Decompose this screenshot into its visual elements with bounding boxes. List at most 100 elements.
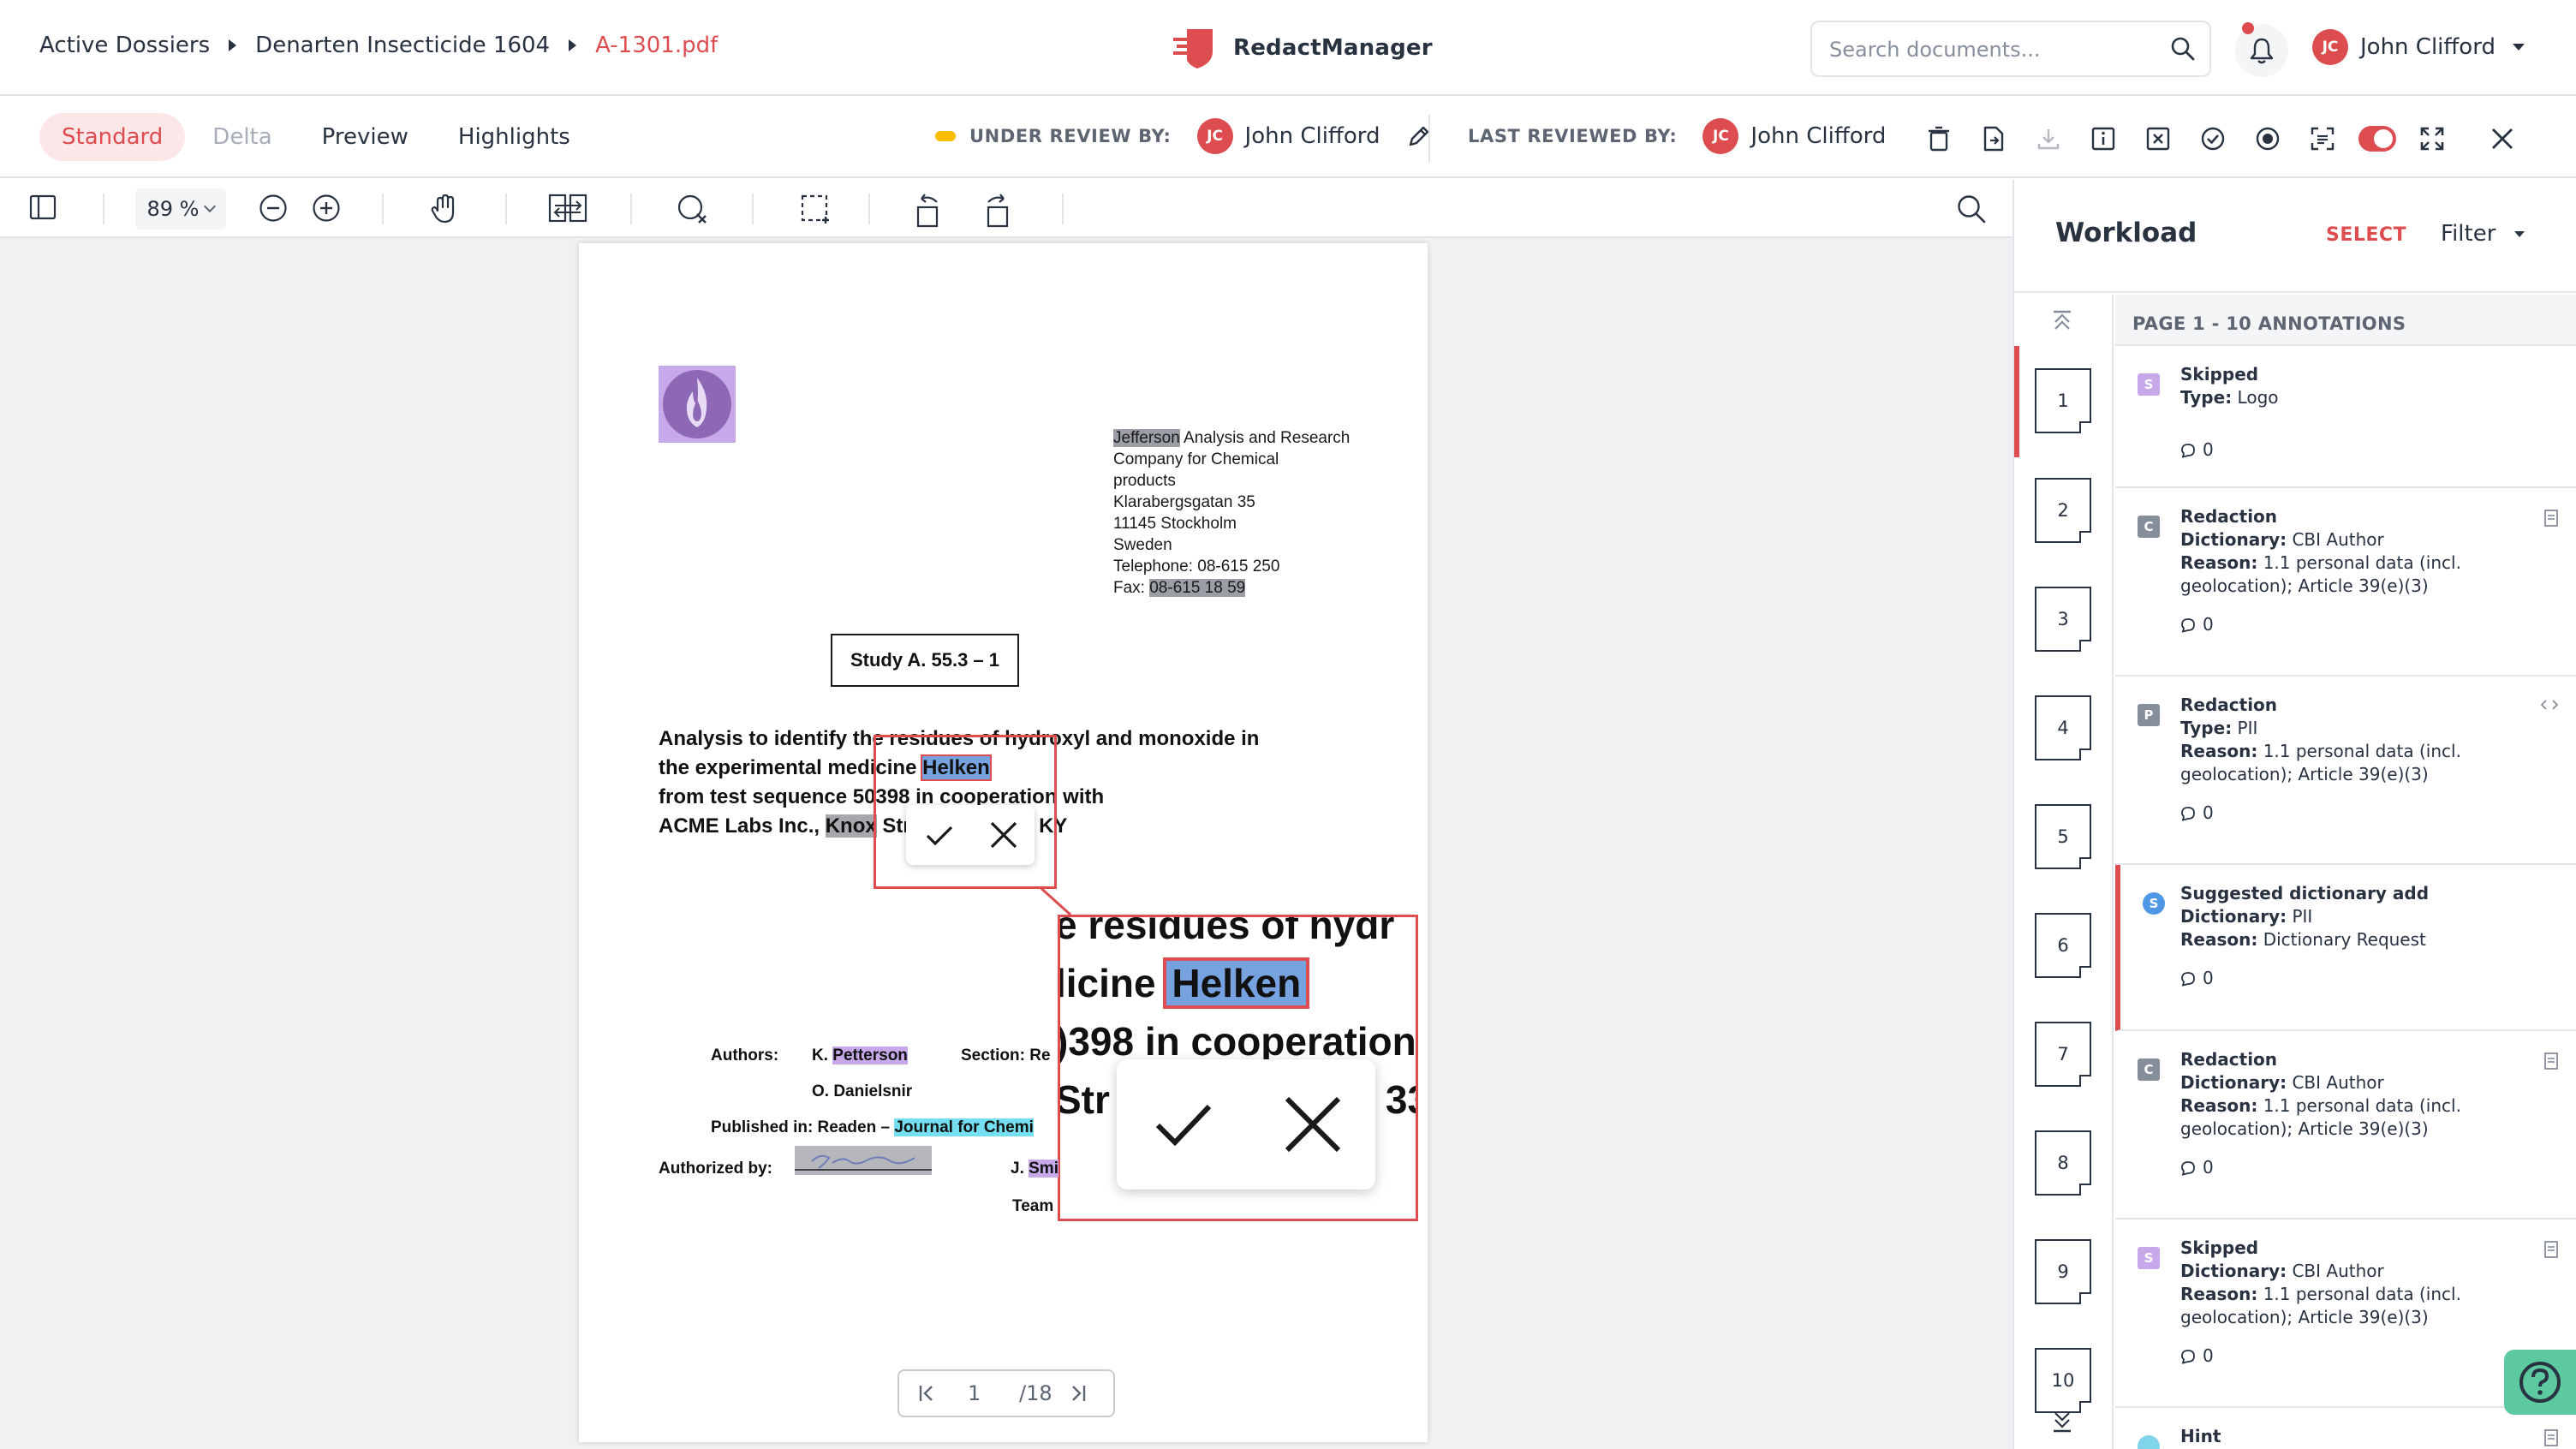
pan-hand-icon[interactable] bbox=[430, 194, 459, 224]
search-icon[interactable] bbox=[1956, 194, 1987, 224]
annotation-highlight[interactable]: 08-615 18 59 bbox=[1149, 579, 1246, 597]
fullscreen-icon[interactable] bbox=[2405, 115, 2460, 163]
tab-delta[interactable]: Delta bbox=[190, 113, 294, 161]
annotation-highlight[interactable]: Knox bbox=[825, 814, 877, 838]
search-cancel-icon[interactable] bbox=[677, 194, 709, 226]
annotation-card[interactable]: P Redaction Type: PII Reason: 1.1 person… bbox=[2115, 677, 2576, 865]
search-input[interactable] bbox=[1829, 36, 2155, 63]
rotate-left-icon[interactable] bbox=[913, 194, 942, 228]
avatar: JC bbox=[1702, 118, 1739, 154]
zoom-in-icon[interactable] bbox=[312, 194, 341, 223]
page-thumb-6[interactable]: 6 bbox=[2035, 913, 2091, 978]
page-thumb-9[interactable]: 9 bbox=[2035, 1239, 2091, 1304]
rotate-right-icon[interactable] bbox=[983, 194, 1012, 228]
viewer-toolbar: 89 % bbox=[0, 180, 2012, 238]
breadcrumb-file[interactable]: A-1301.pdf bbox=[595, 33, 718, 58]
page-thumb-2[interactable]: 2 bbox=[2035, 478, 2091, 543]
avatar: JC bbox=[1196, 118, 1233, 154]
page-number-input[interactable]: 1 bbox=[968, 1381, 1019, 1405]
redactmanager-logo-icon bbox=[1173, 29, 1213, 69]
select-button[interactable]: SELECT bbox=[2326, 224, 2406, 246]
status-indicator bbox=[935, 131, 956, 141]
area-select-icon[interactable] bbox=[800, 194, 831, 224]
comment-icon bbox=[2181, 971, 2195, 987]
annotation-card-selected[interactable]: S Suggested dictionary add Dictionary: P… bbox=[2115, 865, 2576, 1031]
page-thumb-1[interactable]: 1 bbox=[2035, 368, 2091, 433]
reject-x-icon[interactable] bbox=[1282, 1094, 1344, 1155]
pencil-icon[interactable] bbox=[1406, 123, 1432, 149]
document-icon[interactable] bbox=[2543, 509, 2559, 528]
annotation-card[interactable]: C Redaction Dictionary: CBI Author Reaso… bbox=[2115, 488, 2576, 677]
scroll-bottom-icon[interactable] bbox=[2050, 1410, 2074, 1434]
page-thumb-4[interactable]: 4 bbox=[2035, 695, 2091, 760]
page-thumb-7[interactable]: 7 bbox=[2035, 1022, 2091, 1087]
last-page-icon[interactable] bbox=[1068, 1383, 1087, 1404]
checkmark-icon[interactable] bbox=[1149, 1096, 1218, 1153]
under-review-name: John Clifford bbox=[1244, 123, 1380, 149]
pdf-page[interactable]: Jefferson Analysis and Research Company … bbox=[579, 243, 1428, 1442]
trash-icon[interactable] bbox=[1911, 115, 1966, 163]
code-icon[interactable] bbox=[2540, 697, 2559, 713]
annotation-card[interactable]: S Skipped Type: Logo 0 bbox=[2115, 346, 2576, 488]
toggle-icon[interactable] bbox=[2350, 115, 2405, 163]
chevron-down-icon bbox=[2512, 44, 2525, 51]
annotation-highlight[interactable]: Jefferson bbox=[1113, 429, 1180, 447]
redacted-logo[interactable] bbox=[659, 366, 736, 443]
signature-image[interactable] bbox=[795, 1146, 932, 1175]
app-logo[interactable]: RedactManager bbox=[1172, 26, 1433, 70]
reject-x-icon[interactable] bbox=[988, 820, 1019, 850]
annotation-card[interactable]: C Redaction Dictionary: CBI Author Reaso… bbox=[2115, 1031, 2576, 1219]
annotation-highlight[interactable]: Helken bbox=[1163, 957, 1310, 1009]
last-reviewed-group: LAST REVIEWED BY: JC John Clifford bbox=[1468, 118, 1886, 154]
secondary-bar: Standard Delta Preview Highlights UNDER … bbox=[0, 98, 2576, 178]
help-button[interactable] bbox=[2504, 1350, 2576, 1415]
workload-title: Workload bbox=[2055, 218, 2197, 248]
tab-preview[interactable]: Preview bbox=[300, 113, 431, 161]
close-icon[interactable] bbox=[2475, 115, 2530, 163]
user-menu[interactable]: JC John Clifford bbox=[2312, 29, 2525, 65]
scroll-top-icon[interactable] bbox=[2050, 308, 2074, 332]
search-icon[interactable] bbox=[2170, 36, 2196, 62]
annotation-card[interactable]: Hint bbox=[2115, 1408, 2576, 1449]
view-tabs: Standard Delta Preview Highlights bbox=[39, 113, 598, 161]
document-icon[interactable] bbox=[2543, 1052, 2559, 1070]
sidebar-toggle-icon[interactable] bbox=[29, 194, 57, 221]
scan-icon[interactable] bbox=[2295, 115, 2350, 163]
zoom-select[interactable]: 89 % bbox=[135, 188, 226, 230]
download-icon[interactable] bbox=[2021, 115, 2076, 163]
breadcrumb-dossier[interactable]: Denarten Insecticide 1604 bbox=[255, 33, 550, 58]
zoom-out-icon[interactable] bbox=[259, 194, 288, 223]
first-page-icon[interactable] bbox=[918, 1383, 937, 1404]
company-address: Jefferson Analysis and Research Company … bbox=[1113, 429, 1351, 597]
notifications-button[interactable] bbox=[2235, 22, 2288, 77]
excel-icon[interactable] bbox=[2131, 115, 2185, 163]
page-total: /18 bbox=[1019, 1381, 1052, 1405]
page-thumb-3[interactable]: 3 bbox=[2035, 587, 2091, 652]
document-viewer[interactable]: Jefferson Analysis and Research Company … bbox=[0, 238, 2012, 1449]
comment-icon bbox=[2181, 1160, 2195, 1176]
compare-icon[interactable] bbox=[548, 194, 587, 223]
tab-standard[interactable]: Standard bbox=[39, 113, 186, 161]
search-box bbox=[1810, 21, 2211, 77]
annotation-highlight[interactable]: Journal for Chemi bbox=[894, 1118, 1034, 1136]
file-icon[interactable] bbox=[1966, 115, 2021, 163]
checkmark-icon[interactable] bbox=[922, 820, 957, 850]
user-name: John Clifford bbox=[2360, 34, 2496, 60]
page-thumb-10[interactable]: 10 bbox=[2035, 1348, 2091, 1413]
author-1: K. Petterson bbox=[812, 1046, 908, 1064]
page-thumb-5[interactable]: 5 bbox=[2035, 804, 2091, 869]
annotation-highlight[interactable]: Smi bbox=[1029, 1160, 1058, 1178]
check-circle-icon[interactable] bbox=[2185, 115, 2240, 163]
breadcrumb-active-dossiers[interactable]: Active Dossiers bbox=[39, 33, 210, 58]
author-2: O. Danielsnir bbox=[812, 1082, 913, 1100]
document-icon[interactable] bbox=[2543, 1240, 2559, 1259]
annotation-highlight[interactable]: Petterson bbox=[832, 1046, 908, 1064]
document-icon[interactable] bbox=[2543, 1428, 2559, 1447]
tab-highlights[interactable]: Highlights bbox=[436, 113, 593, 161]
record-icon[interactable] bbox=[2240, 115, 2295, 163]
page-thumbnails: 1 2 3 4 5 6 7 8 9 10 bbox=[2014, 295, 2114, 1449]
page-thumb-8[interactable]: 8 bbox=[2035, 1130, 2091, 1196]
filter-dropdown[interactable]: Filter bbox=[2441, 221, 2525, 247]
info-icon[interactable] bbox=[2076, 115, 2131, 163]
last-reviewed-name: John Clifford bbox=[1750, 123, 1887, 149]
